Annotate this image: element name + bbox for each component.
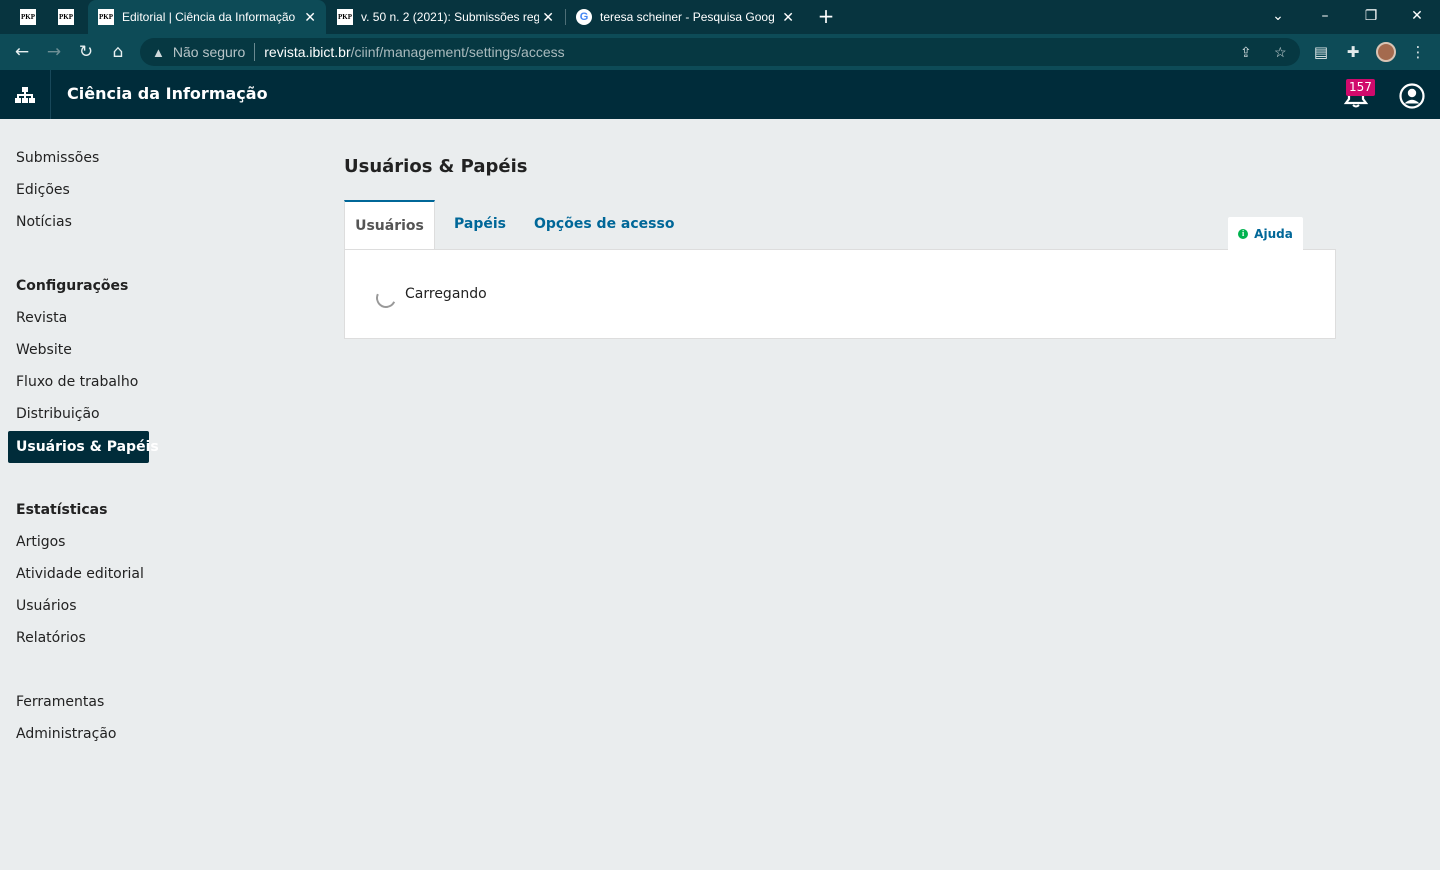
- sidebar-item-revista[interactable]: Revista: [16, 310, 67, 326]
- browser-tab-submissoes[interactable]: PKP v. 50 n. 2 (2021): Submissões regu ✕: [328, 0, 564, 34]
- sidebar-item-ferramentas[interactable]: Ferramentas: [16, 694, 104, 710]
- sidebar-item-distribuicao[interactable]: Distribuição: [16, 406, 100, 422]
- address-bar[interactable]: ▲ Não seguro revista.ibict.br/ciinf/mana…: [140, 38, 1300, 66]
- journal-title[interactable]: Ciência da Informação: [67, 84, 268, 103]
- extensions-puzzle-icon[interactable]: ✚: [1343, 42, 1363, 62]
- sidebar-heading-configuracoes[interactable]: Configurações: [16, 278, 128, 294]
- google-favicon-icon: G: [576, 9, 592, 25]
- browser-tab-strip: PKP PKP PKP Editorial | Ciência da Infor…: [0, 0, 1440, 34]
- url-path: /ciinf/management/settings/access: [350, 44, 565, 60]
- sidebar-item-artigos[interactable]: Artigos: [16, 534, 65, 550]
- omnibox-divider: [254, 43, 256, 61]
- close-tab-icon[interactable]: ✕: [304, 9, 316, 25]
- browser-tab-pinned-1[interactable]: PKP: [12, 0, 48, 34]
- home-icon[interactable]: ⌂: [106, 40, 130, 64]
- browser-tab-title: Editorial | Ciência da Informação: [122, 10, 296, 24]
- user-account-icon[interactable]: [1399, 83, 1425, 109]
- sidebar-item-atividade-editorial[interactable]: Atividade editorial: [16, 566, 144, 582]
- security-label: Não seguro: [172, 44, 246, 60]
- pkp-favicon-icon: PKP: [20, 9, 36, 25]
- new-tab-icon[interactable]: +: [815, 5, 837, 27]
- reading-list-icon[interactable]: ▤: [1311, 42, 1331, 62]
- close-tab-icon[interactable]: ✕: [542, 9, 554, 25]
- sidebar-item-noticias[interactable]: Notícias: [16, 214, 72, 230]
- share-icon[interactable]: ⇪: [1240, 44, 1252, 60]
- pkp-favicon-icon: PKP: [337, 9, 353, 25]
- loading-spinner-icon: [373, 285, 399, 311]
- url-host: revista.ibict.br: [264, 44, 351, 60]
- loading-text: Carregando: [405, 286, 487, 302]
- tab-usuarios[interactable]: Usuários: [344, 200, 435, 250]
- close-tab-icon[interactable]: ✕: [782, 9, 794, 25]
- notification-count-badge: 157: [1346, 79, 1375, 96]
- browser-tab-google[interactable]: G teresa scheiner - Pesquisa Google ✕: [566, 0, 804, 34]
- site-switcher-icon[interactable]: [0, 70, 51, 119]
- minimize-icon[interactable]: –: [1310, 4, 1340, 28]
- profile-avatar[interactable]: [1376, 42, 1396, 62]
- tab-papeis[interactable]: Papéis: [454, 200, 506, 250]
- sidebar-item-submissoes[interactable]: Submissões: [16, 150, 99, 166]
- restore-icon[interactable]: ❐: [1356, 4, 1386, 28]
- tab-panel: Carregando: [344, 249, 1336, 339]
- sidebar-item-usuarios[interactable]: Usuários: [16, 598, 77, 614]
- pkp-favicon-icon: PKP: [58, 9, 74, 25]
- forward-arrow-icon[interactable]: →: [42, 40, 66, 64]
- browser-toolbar: ← → ↻ ⌂ ▲ Não seguro revista.ibict.br/ci…: [0, 34, 1440, 70]
- sidebar-item-administracao[interactable]: Administração: [16, 726, 116, 742]
- app-header: Ciência da Informação 157: [0, 70, 1440, 119]
- bookmark-star-icon[interactable]: ☆: [1274, 44, 1287, 60]
- sidebar-item-fluxo-de-trabalho[interactable]: Fluxo de trabalho: [16, 374, 138, 390]
- sidebar-heading-estatisticas[interactable]: Estatísticas: [16, 502, 107, 518]
- browser-tab-title: v. 50 n. 2 (2021): Submissões regu: [361, 10, 539, 24]
- page-title: Usuários & Papéis: [344, 156, 528, 177]
- sidebar-item-edicoes[interactable]: Edições: [16, 182, 70, 198]
- tab-opcoes-de-acesso[interactable]: Opções de acesso: [534, 200, 674, 250]
- browser-tab-title: teresa scheiner - Pesquisa Google: [600, 10, 774, 24]
- sidebar-item-relatorios[interactable]: Relatórios: [16, 630, 86, 646]
- sidebar-item-usuarios-papeis[interactable]: Usuários & Papéis: [8, 431, 159, 463]
- reload-icon[interactable]: ↻: [74, 40, 98, 64]
- info-icon: i: [1238, 228, 1249, 239]
- warning-triangle-icon: ▲: [152, 44, 165, 60]
- help-button[interactable]: i Ajuda: [1228, 217, 1303, 250]
- sidebar-item-website[interactable]: Website: [16, 342, 72, 358]
- help-label: Ajuda: [1254, 226, 1293, 241]
- close-window-icon[interactable]: ✕: [1402, 4, 1432, 28]
- browser-tab-editorial[interactable]: PKP Editorial | Ciência da Informação ✕: [88, 0, 326, 34]
- browser-tab-pinned-2[interactable]: PKP: [50, 0, 86, 34]
- pkp-favicon-icon: PKP: [98, 9, 114, 25]
- browser-menu-icon[interactable]: ⋮: [1408, 42, 1428, 62]
- tab-search-chevron-icon[interactable]: ⌄: [1263, 4, 1293, 28]
- back-arrow-icon[interactable]: ←: [10, 40, 34, 64]
